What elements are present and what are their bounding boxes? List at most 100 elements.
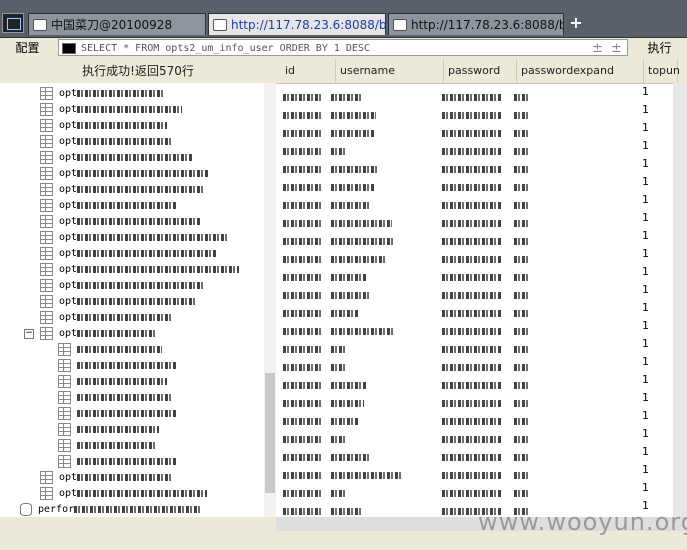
table-row[interactable]: 1 <box>276 479 687 497</box>
redacted-cell <box>514 489 530 497</box>
tree-table-item[interactable]: opt <box>40 198 178 214</box>
table-row[interactable]: 1 <box>276 299 687 317</box>
table-row[interactable]: 1 <box>276 245 687 263</box>
table-row[interactable]: 1 <box>276 335 687 353</box>
tree-node-label: opt <box>59 296 78 307</box>
topun-cell: 1 <box>642 265 649 278</box>
tree-table-item[interactable]: opt <box>40 310 173 326</box>
redacted-cell <box>331 93 361 101</box>
grid-scrollbar[interactable] <box>673 83 687 517</box>
tree-node-label: opt <box>59 152 78 163</box>
expand-button[interactable]: ± <box>592 41 603 56</box>
tree-column-item[interactable] <box>58 342 162 358</box>
tree-table-item[interactable]: opt <box>40 102 183 118</box>
sidebar-toggle-button[interactable] <box>2 13 24 33</box>
redacted-text <box>77 201 178 209</box>
table-row[interactable]: 1 <box>276 317 687 335</box>
topun-cell: 1 <box>642 481 649 494</box>
table-row[interactable]: 1 <box>276 425 687 443</box>
tree-column-item[interactable] <box>58 374 167 390</box>
column-header-password[interactable]: password <box>444 59 517 83</box>
tree-column-item[interactable] <box>58 358 177 374</box>
tree-scroll-thumb[interactable] <box>265 373 275 493</box>
table-row[interactable]: 1 <box>276 101 687 119</box>
redacted-cell <box>283 237 321 245</box>
redacted-text <box>77 89 166 97</box>
redacted-text <box>77 233 228 241</box>
tree-table-item[interactable]: opt <box>40 86 166 102</box>
redacted-cell <box>283 327 321 335</box>
tree-node-label: opt <box>59 184 78 195</box>
redacted-cell <box>283 165 321 173</box>
tree-table-item[interactable]: opt <box>40 230 228 246</box>
tree-table-item[interactable]: opt <box>40 134 174 150</box>
redacted-cell <box>283 507 321 515</box>
table-row[interactable]: 1 <box>276 443 687 461</box>
table-row[interactable]: 1 <box>276 83 687 101</box>
collapse-toggle-icon[interactable]: − <box>24 329 34 339</box>
table-row[interactable]: 1 <box>276 155 687 173</box>
tab-url-2[interactable]: http://117.78.23.6:8088/bak.... <box>388 13 564 35</box>
table-row[interactable]: 1 <box>276 407 687 425</box>
tab-home[interactable]: 中国菜刀@20100928 <box>28 13 206 35</box>
table-row[interactable]: 1 <box>276 263 687 281</box>
redacted-text <box>77 473 173 481</box>
column-header-topun[interactable]: topun <box>644 59 680 83</box>
tree-table-item[interactable]: opt <box>40 182 204 198</box>
tree-node-label: opt <box>59 88 78 99</box>
tree-table-item[interactable]: opt <box>40 166 210 182</box>
tree-column-item[interactable] <box>58 438 157 454</box>
table-row[interactable]: 1 <box>276 119 687 137</box>
collapse-button[interactable]: ± <box>611 41 622 56</box>
table-row[interactable]: 1 <box>276 173 687 191</box>
tree-table-item[interactable]: opt <box>40 150 193 166</box>
column-header-passwordexpand[interactable]: passwordexpand <box>517 59 644 83</box>
column-header-username[interactable]: username <box>336 59 444 83</box>
table-icon <box>40 486 53 500</box>
redacted-cell <box>442 111 502 119</box>
tree-table-item[interactable]: opt <box>40 214 201 230</box>
table-row[interactable]: 1 <box>276 461 687 479</box>
tree-table-item[interactable]: opt <box>40 246 218 262</box>
redacted-cell <box>331 417 359 425</box>
tree-table-item[interactable]: opt <box>40 470 173 486</box>
new-tab-button[interactable]: + <box>568 14 584 32</box>
redacted-cell <box>331 129 375 137</box>
redacted-cell <box>514 309 530 317</box>
table-icon <box>40 278 53 292</box>
table-row[interactable]: 1 <box>276 371 687 389</box>
tab-bar: 中国菜刀@20100928 http://117.78.23.6:8088/ba… <box>0 0 687 38</box>
redacted-cell <box>442 93 502 101</box>
table-row[interactable]: 1 <box>276 191 687 209</box>
tree-table-item[interactable]: opt <box>40 294 197 310</box>
tree-table-item[interactable]: opt <box>40 278 205 294</box>
execute-button[interactable]: 执行 <box>632 38 687 58</box>
table-row[interactable]: 1 <box>276 137 687 155</box>
results-grid: id username password passwordexpand topun 1 1… <box>276 59 687 533</box>
tree-scrollbar[interactable] <box>264 83 276 517</box>
table-row[interactable]: 1 <box>276 209 687 227</box>
sql-input[interactable] <box>81 41 586 55</box>
tree-column-item[interactable] <box>58 454 177 470</box>
tree-database-item[interactable]: perfor <box>20 502 203 517</box>
config-button[interactable]: 配置 <box>0 38 55 58</box>
tree-table-item[interactable]: opt <box>40 486 208 502</box>
table-row[interactable]: 1 <box>276 353 687 371</box>
tree-table-item[interactable]: opt <box>40 118 168 134</box>
tree-column-item[interactable] <box>58 422 159 438</box>
tree-table-expanded[interactable]: opt <box>40 326 158 342</box>
redacted-cell <box>283 219 321 227</box>
table-icon <box>58 454 71 468</box>
tab-url-active[interactable]: http://117.78.23.6:8088/bak.... <box>208 13 386 35</box>
tree-column-item[interactable] <box>58 390 173 406</box>
table-row[interactable]: 1 <box>276 281 687 299</box>
column-header-id[interactable]: id <box>281 59 336 83</box>
table-row[interactable]: 1 <box>276 389 687 407</box>
table-icon <box>40 102 53 116</box>
schema-tree: opt opt opt opt opt opt opt opt opt opt opt opt opt o… <box>0 83 264 517</box>
tree-table-item[interactable]: opt <box>40 262 240 278</box>
tree-column-item[interactable] <box>58 406 177 422</box>
table-icon <box>40 214 53 228</box>
table-icon <box>58 374 71 388</box>
table-row[interactable]: 1 <box>276 227 687 245</box>
